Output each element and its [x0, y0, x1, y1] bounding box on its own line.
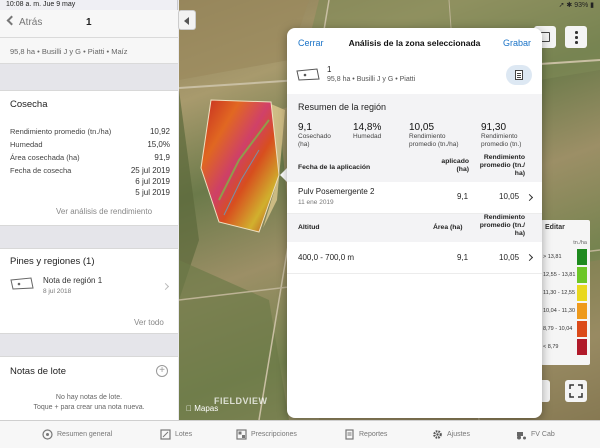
pins-section: Pines y regiones (1) Nota de región 1 8 …	[0, 248, 178, 334]
add-note-button[interactable]: +	[156, 365, 168, 377]
legend-row: 8,79 - 10,04	[541, 320, 590, 338]
section-gap	[0, 226, 178, 248]
status-bar: 10:08 a. m. Jue 9 may ➚ ✱ 93% ▮	[0, 0, 600, 10]
harvest-row: Humedad 15,0%	[10, 140, 170, 149]
save-button[interactable]: Grabar	[503, 38, 531, 48]
legend-unit: tn./ha	[573, 240, 587, 246]
legend-swatch	[577, 339, 587, 355]
panel-header: Atrás 1	[0, 10, 178, 38]
popover-field-meta: 95,8 ha • Busilli J y G • Piatti	[327, 76, 416, 83]
section-gap	[0, 334, 178, 356]
view-yield-analysis-link[interactable]: Ver análisis de rendimiento	[56, 207, 152, 216]
pin-date: 8 jul 2018	[43, 288, 72, 295]
tractor-icon	[517, 432, 526, 440]
fieldview-watermark: FIELDVIEW	[214, 396, 268, 406]
notes-empty-message: No hay notas de lote. Toque + para crear…	[33, 394, 145, 411]
pins-title: Pines y regiones (1)	[10, 256, 95, 267]
chevron-right-icon	[161, 282, 170, 291]
summary-title: Resumen de la región	[298, 102, 387, 112]
fields-icon	[160, 429, 171, 440]
fullscreen-button[interactable]	[565, 380, 587, 402]
popover-field-info: 1 95,8 ha • Busilli J y G • Piatti	[287, 58, 542, 92]
popover-field-name: 1	[327, 65, 332, 74]
legend-row: 11,30 - 12,55	[541, 284, 590, 302]
chevron-right-icon	[525, 253, 534, 262]
legend-swatch	[577, 267, 587, 283]
field-subtitle: 95,8 ha • Busilli J y G • Piatti • Maíz	[0, 38, 178, 64]
legend-edit-button[interactable]: Editar	[545, 224, 565, 231]
field-detail-panel: Atrás 1 95,8 ha • Busilli J y G • Piatti…	[0, 0, 178, 420]
bottom-tab-bar: Resumen general Lotes Prescripciones Rep…	[0, 420, 600, 448]
status-time-date: 10:08 a. m. Jue 9 may	[6, 1, 76, 8]
more-options-button[interactable]	[565, 26, 587, 48]
legend-row: 12,55 - 13,81	[541, 266, 590, 284]
status-battery: ➚ ✱ 93% ▮	[558, 2, 594, 9]
legend-row: > 13,81	[541, 248, 590, 266]
pin-list-item[interactable]: Nota de región 1 8 jul 2018	[0, 271, 178, 301]
legend-swatch	[577, 249, 587, 265]
report-button[interactable]	[506, 65, 532, 85]
altitude-table-header: Altitud Área (ha) Rendimiento promedio (t…	[287, 214, 542, 242]
harvest-row: Rendimiento promedio (tn./ha) 10,92	[10, 127, 170, 136]
pin-title: Nota de región 1	[43, 276, 103, 285]
triangle-left-icon	[184, 17, 189, 25]
field-outline-icon	[10, 277, 34, 290]
document-icon	[515, 70, 523, 80]
stat-avg-yield-total: 91,30 Rendimiento promedio (tn.)	[481, 122, 522, 148]
yield-legend: Editar tn./ha > 13,81 12,55 - 13,81 11,3…	[541, 220, 590, 365]
legend-row: < 8,79	[541, 338, 590, 356]
gear-icon	[433, 430, 442, 439]
legend-swatch	[577, 321, 587, 337]
back-button[interactable]: Atrás	[6, 15, 42, 28]
stat-harvested: 9,1 Cosechado (ha)	[298, 122, 331, 148]
overview-icon	[42, 429, 53, 440]
reports-icon	[345, 429, 354, 440]
zone-analysis-popover: Cerrar Análisis de la zona seleccionada …	[287, 28, 542, 418]
chevron-right-icon	[525, 193, 534, 202]
field-outline-icon	[296, 68, 320, 81]
harvest-row: Área cosechada (ha) 91,9	[10, 153, 170, 162]
collapse-panel-button[interactable]	[178, 10, 196, 30]
chevron-left-icon	[6, 15, 17, 26]
application-row[interactable]: Pulv Posemergente 2 11 ene 2019 9,1 10,0…	[287, 182, 542, 214]
legend-swatch	[577, 285, 587, 301]
expand-icon	[569, 384, 583, 398]
popover-header: Cerrar Análisis de la zona seleccionada …	[287, 28, 542, 56]
view-all-link[interactable]: Ver todo	[134, 318, 164, 327]
prescriptions-icon	[236, 429, 247, 440]
application-table-header: Fecha de la aplicación aplicado (ha) Rend…	[287, 154, 542, 182]
harvest-title: Cosecha	[10, 99, 48, 110]
stat-moisture: 14,8% Humedad	[353, 122, 382, 140]
notes-title: Notas de lote	[10, 366, 66, 377]
harvest-section: Cosecha Rendimiento promedio (tn./ha) 10,…	[0, 90, 178, 226]
notes-section: Notas de lote + No hay notas de lote. To…	[0, 356, 178, 420]
field-title: 1	[86, 17, 92, 28]
altitude-row[interactable]: 400,0 - 700,0 m 9,1 10,05	[287, 242, 542, 274]
harvest-row: Fecha de cosecha 25 jul 2019	[10, 166, 170, 175]
legend-row: 10,04 - 11,30	[541, 302, 590, 320]
legend-swatch	[577, 303, 587, 319]
stat-avg-yield-ha: 10,05 Rendimiento promedio (tn./ha)	[409, 122, 459, 148]
section-gap	[0, 64, 178, 90]
